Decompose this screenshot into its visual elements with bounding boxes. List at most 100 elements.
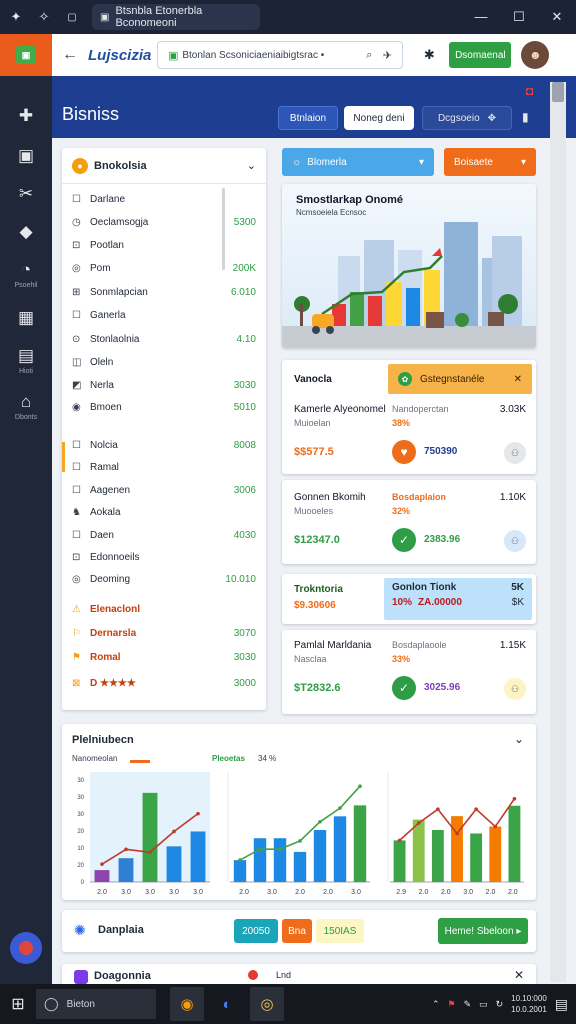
chevron-up-icon[interactable]: ⌃ (432, 999, 440, 1010)
list-item[interactable]: ⚠ Elenaclonl (62, 598, 266, 620)
header-action-button[interactable]: Dsomaenal (449, 42, 512, 68)
chart-2-bar (313, 830, 327, 882)
sidebar-item-clock[interactable]: ◔ Psoehil (0, 260, 52, 289)
taskbar-clock[interactable]: 10.10:000 10.0.2001 (511, 993, 547, 1015)
browser-icon[interactable]: ✧ (32, 9, 56, 25)
list-item[interactable]: ☐ Aagenen 3006 (62, 479, 266, 501)
stat-card[interactable]: Vanocla ✿ Gstegnstanéle ✕ Kamerle Alyeon… (282, 360, 536, 474)
list-item[interactable]: ◫ Oleln (62, 351, 266, 373)
panel-header[interactable]: ● Bnokolsia ⌄ (62, 148, 266, 184)
list-item[interactable]: ⊡ Edonnoeils (62, 546, 266, 568)
chart-3-point (474, 807, 478, 811)
browser-tab[interactable]: ▣ Btsnbla Etonerbla Bconomeoni (92, 4, 260, 30)
chrome-icon[interactable]: ◎ (250, 987, 284, 1021)
card-bubble-icon[interactable]: ⚇ (504, 442, 526, 464)
chart-3-point (436, 807, 440, 811)
windows-start-icon[interactable]: ⊞ (0, 994, 36, 1014)
minimize-button[interactable]: — (462, 9, 500, 25)
network-icon[interactable]: ⚑ (447, 999, 455, 1010)
list-item[interactable]: ⚑ Romal 3030 (62, 646, 266, 668)
list-item[interactable]: ⚐ Dernarsla 3070 (62, 622, 266, 644)
list-item[interactable]: ◉ Bmoen 5010 (62, 396, 266, 418)
search-icon[interactable]: ⌕ (360, 49, 378, 62)
tab-selected[interactable]: Noneg deni (344, 106, 414, 130)
card-banner[interactable]: Gonlon Tionk 5K 10% ZA.00000 $K (384, 578, 532, 620)
gear-icon[interactable]: ✺ (74, 922, 86, 939)
list-item[interactable]: ◩ Nerla 3030 (62, 374, 266, 396)
tab-strip-icon[interactable]: ▢ (60, 12, 84, 23)
sidebar-item-inbox[interactable]: ⌂ Dbonts (0, 392, 52, 421)
clock-icon: ◔ (20, 260, 32, 279)
alert-dot-icon (248, 970, 258, 980)
close-icon[interactable]: ✕ (514, 968, 524, 982)
sidebar-item-tag[interactable]: ◆ (0, 222, 52, 242)
pin-icon[interactable]: ✈ (378, 49, 396, 62)
card-metric-label: Bosdaplaion (392, 492, 447, 502)
sidebar-item-tools[interactable]: ✂ (0, 184, 52, 204)
bookmark-star-icon[interactable]: ✱ (409, 47, 449, 63)
bottom-card[interactable]: Doagonnia Lnd ✕ (62, 964, 536, 984)
list-item[interactable]: ⊙ Stonlaolnia 4.10 (62, 328, 266, 350)
list-item-value: 3000 (233, 677, 256, 689)
category-dropdown[interactable]: ☼ Blomerla ▾ (282, 148, 434, 176)
stat-card[interactable]: Trokntoria $9.30606 Gonlon Tionk 5K 10% … (282, 574, 536, 624)
back-arrow-icon[interactable]: ← (52, 46, 88, 64)
list-item[interactable]: ☐ Darlane (62, 188, 266, 210)
list-item[interactable]: ☐ Ganerla (62, 304, 266, 326)
card-bubble-icon[interactable]: ⚇ (504, 530, 526, 552)
chevron-down-icon[interactable]: ⌄ (514, 732, 524, 746)
list-item[interactable]: ⊞ Sonmlapcian 6.010 (62, 281, 266, 303)
list-item[interactable]: ⊠ D ★★★★ 3000 (62, 672, 266, 694)
sidebar-item-puzzle[interactable]: ✚ (0, 106, 52, 126)
battery-icon[interactable]: ▭ (479, 999, 488, 1010)
scrollbar-thumb[interactable] (552, 82, 564, 102)
close-button[interactable]: ✕ (538, 9, 576, 25)
filter-dropdown[interactable]: Boisaete ▾ (444, 148, 536, 176)
list-item[interactable]: ☐ Daen 4030 (62, 524, 266, 546)
chip-orange[interactable]: Bna (282, 919, 312, 943)
sidebar-item-chart[interactable]: ▤ Hioti (0, 346, 52, 375)
app-menu-icon[interactable]: ✦ (4, 9, 28, 25)
pen-icon[interactable]: ✎ (464, 999, 472, 1010)
sidebar-item-grid[interactable]: ▦ (0, 308, 52, 328)
list-item[interactable]: ☐ Ramal (62, 456, 266, 478)
page-scrollbar[interactable] (550, 82, 566, 982)
printer-icon[interactable]: ◘ (526, 84, 533, 98)
chevron-down-icon[interactable]: ⌄ (247, 159, 256, 172)
sidebar-item-label: Psoehil (14, 282, 38, 289)
sidebar-item-square[interactable]: ▣ (0, 146, 52, 166)
list-item[interactable]: ◷ Oeclamsogja 5300 (62, 211, 266, 233)
primary-cta-button[interactable]: Heme! Sbeloon ▸ (438, 918, 528, 944)
firefox-icon[interactable]: ◉ (170, 987, 204, 1021)
list-item[interactable]: ◎ Deoming 10.010 (62, 568, 266, 590)
action-bar-title: Danplaia (98, 924, 144, 936)
site-brand[interactable]: Lujscizia (88, 47, 151, 64)
chart-2-bar (293, 851, 307, 882)
app-logo[interactable]: ▣ (0, 34, 52, 76)
stat-card[interactable]: Pamlal Marldania Nasclaa Bosdaplaoole 33… (282, 630, 536, 714)
maximize-button[interactable]: ☐ (500, 9, 538, 25)
stat-card[interactable]: Gonnen Bkomih Muooeles Bosdaplaion 32% 1… (282, 480, 536, 564)
chart-1-y-tick: 30 (77, 795, 84, 801)
avatar[interactable]: ☻ (521, 41, 550, 69)
chip-light[interactable]: 150IAS (316, 919, 364, 943)
list-item[interactable]: ◎ Pom 200K (62, 257, 266, 279)
tab-primary[interactable]: Btnlaion (278, 106, 338, 130)
edge-icon[interactable]: ◐ (210, 987, 244, 1021)
list-item[interactable]: ☐ Nolcia 8008 (62, 434, 266, 456)
chart-2-point (258, 847, 262, 851)
list-item[interactable]: ♞ Aokala (62, 501, 266, 523)
url-field[interactable]: ▣ Btonlan Scsoniciaeniaibigtsrac • ⌕ ✈ (157, 41, 404, 69)
chip-primary[interactable]: 20050 (234, 919, 278, 943)
sync-icon[interactable]: ↻ (496, 999, 504, 1010)
close-icon[interactable]: ✕ (514, 374, 522, 385)
notification-icon[interactable]: ▤ (555, 996, 568, 1013)
card-amount: $9.30606 (294, 600, 336, 611)
list-item[interactable]: ⊡ Pootlan (62, 234, 266, 256)
tab-dropdown[interactable]: Dcgsoeio ✥ (422, 106, 512, 130)
assistant-fab-button[interactable] (10, 932, 42, 964)
card-banner[interactable]: ✿ Gstegnstanéle ✕ (388, 364, 532, 394)
card-bubble-icon[interactable]: ⚇ (504, 678, 526, 700)
taskbar-search[interactable]: ◯ Bieton (36, 989, 156, 1019)
filter-icon[interactable]: ▮ (522, 110, 529, 124)
